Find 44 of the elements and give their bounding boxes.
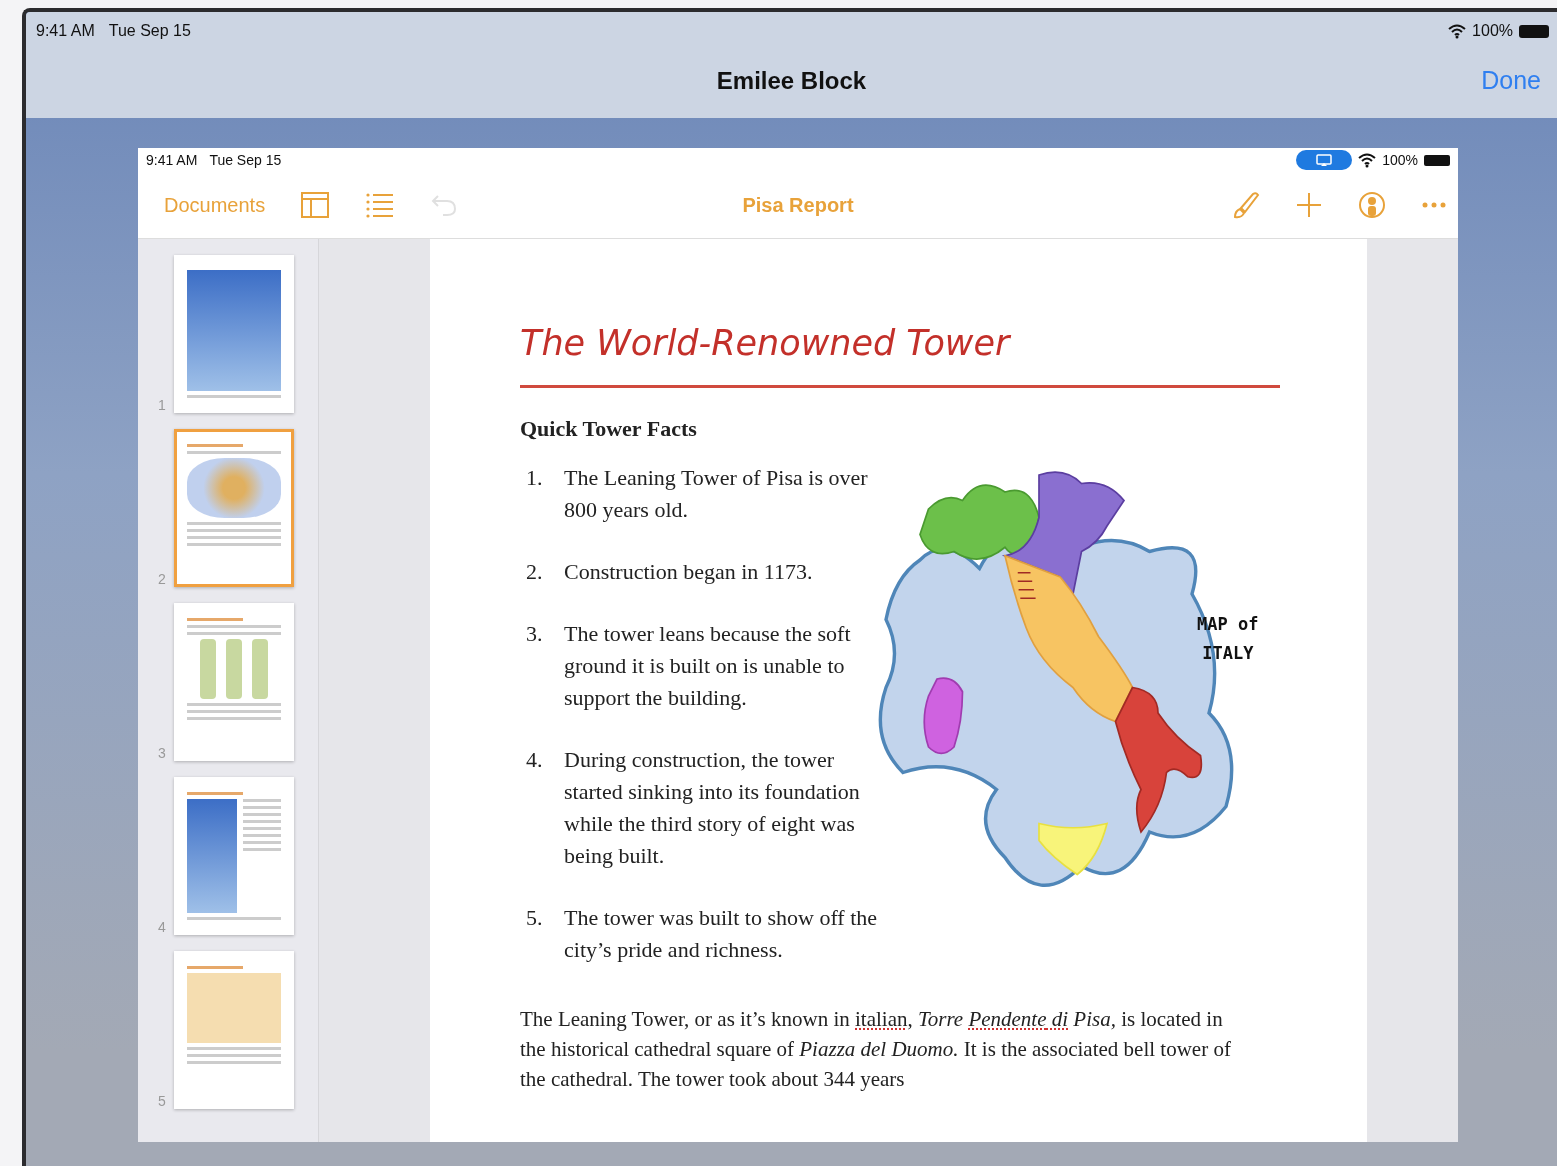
- page-number: 1: [158, 397, 167, 413]
- list-number: 1.: [525, 464, 544, 492]
- page-number: 3: [158, 745, 167, 761]
- section-heading: Quick Tower Facts: [520, 416, 698, 442]
- page-number: 4: [158, 919, 167, 935]
- list-icon[interactable]: [365, 192, 394, 218]
- plus-icon[interactable]: [1296, 192, 1322, 218]
- list-number: 2.: [525, 558, 544, 586]
- status-date: Tue Sep 15: [108, 22, 191, 40]
- status-date: Tue Sep 15: [209, 152, 282, 168]
- wifi-icon: [1448, 23, 1467, 39]
- done-button[interactable]: Done: [1481, 66, 1541, 95]
- battery-percent: 100%: [1472, 22, 1513, 40]
- paintbrush-icon[interactable]: [1232, 191, 1260, 219]
- page-thumbnail[interactable]: [174, 777, 294, 935]
- list-number: 3.: [525, 620, 544, 648]
- battery-icon: [1424, 154, 1450, 166]
- document-heading: The World-Renowned Tower: [520, 323, 1280, 388]
- page-thumbnail[interactable]: [174, 603, 294, 761]
- wifi-icon: [1358, 152, 1377, 168]
- list-item-text: During construction, the tower started sinking into its foundation while the third story of eight was being built.: [564, 746, 861, 870]
- more-icon[interactable]: [1422, 201, 1446, 209]
- sidebar-icon[interactable]: [301, 192, 330, 218]
- status-time: 9:41 AM: [36, 22, 95, 40]
- person-circle-icon[interactable]: [1358, 191, 1386, 219]
- page-number: 5: [158, 1093, 167, 1109]
- page-number: 2: [158, 571, 167, 587]
- list-number: 4.: [525, 746, 544, 774]
- display-icon: [1316, 153, 1333, 167]
- list-item-text: The tower leans because the soft ground it is built on is unable to support the building.: [564, 620, 852, 712]
- list-item-text: The Leaning Tower of Pisa is over 800 years old.: [564, 464, 869, 524]
- body-paragraph: The Leaning Tower, or as it’s known in italian, Torre Pendente di Pisa, is located in the historical cathedral square of Piazza del Duomo. It is the associated bell tower of the cathedral. The tower took about 344 years: [520, 1006, 1232, 1093]
- list-item-text: The tower was built to show off the city’s pride and richness.: [564, 904, 879, 964]
- battery-percent: 100%: [1382, 152, 1418, 168]
- document-title: Pisa Report: [742, 193, 854, 216]
- status-time: 9:41 AM: [146, 152, 198, 168]
- documents-button[interactable]: Documents: [164, 193, 266, 217]
- page-thumbnail[interactable]: [174, 429, 294, 587]
- list-item-text: Construction began in 1173.: [564, 558, 814, 586]
- nav-title: Emilee Block: [716, 67, 867, 95]
- battery-icon: [1519, 24, 1549, 38]
- page-thumbnail[interactable]: [174, 255, 294, 413]
- page-thumbnail[interactable]: [174, 951, 294, 1109]
- list-number: 5.: [525, 904, 544, 932]
